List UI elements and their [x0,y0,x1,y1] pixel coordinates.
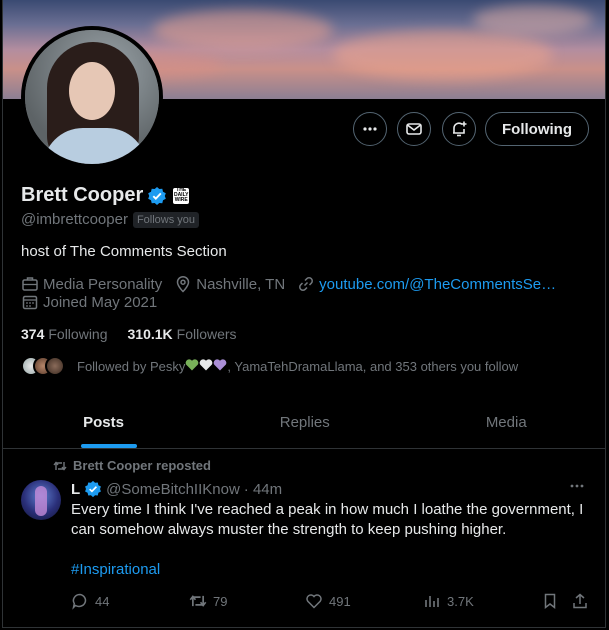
followed-by-prefix: Followed by Pesky [77,358,186,374]
post-author-name[interactable]: L [71,481,80,498]
tab-media[interactable]: Media [406,396,606,448]
following-count-link[interactable]: 374 Following [21,326,108,342]
more-icon [363,127,377,131]
followed-by-row[interactable]: Followed by Pesky , YamaTehDramaLlama, an… [21,356,518,376]
post-actions: 44 79 491 3.7K [71,592,591,612]
profile-handle: @imbrettcooper [21,211,128,228]
affiliate-badge-icon[interactable]: THE DAILY WIRE [173,187,190,204]
share-icon [573,593,587,609]
reply-icon [72,593,87,610]
profile-bio: host of The Comments Section [21,243,227,260]
profile-website[interactable]: youtube.com/@TheCommentsSe… [297,275,556,293]
followers-count: 310.1K [127,326,173,342]
calendar-icon [22,295,38,310]
green-heart-icon [186,358,199,370]
post-more-button[interactable] [569,478,585,498]
repost-icon [53,460,67,471]
followers-count-link[interactable]: 310.1K Followers [128,326,237,342]
notify-button[interactable] [442,112,476,146]
location-label: Nashville, TN [196,275,286,293]
views-button[interactable]: 3.7K [423,592,474,610]
active-tab-indicator [81,444,137,448]
repost-count: 79 [213,593,228,609]
bell-plus-icon [453,121,467,137]
profile-tabs: Posts Replies Media [3,396,606,449]
profile-meta-row: Media Personality Nashville, TN youtube.… [21,275,568,293]
heart-icon [306,594,322,609]
repost-button[interactable]: 79 [189,592,227,610]
post-text: Every time I think I've reached a peak i… [71,501,584,538]
like-button[interactable]: 491 [305,592,351,610]
mail-icon [406,123,422,135]
profile-joined: Joined May 2021 [21,293,157,311]
follow-counts: 374 Following 310.1K Followers [21,326,257,342]
post-header: L @SomeBitchIIKnow · 44m [71,480,282,498]
reply-count: 44 [95,593,110,609]
post-author-avatar[interactable] [21,480,61,520]
view-count: 3.7K [447,593,474,609]
category-label: Media Personality [43,275,163,293]
reply-button[interactable]: 44 [71,592,109,610]
more-icon [570,484,584,488]
post-hashtag[interactable]: #Inspirational [71,561,160,578]
location-pin-icon [176,276,190,293]
post-author-handle[interactable]: @SomeBitchIIKnow [106,481,240,498]
repost-indicator[interactable]: Brett Cooper reposted [53,458,211,473]
tab-posts-label: Posts [83,413,124,431]
link-icon [299,277,314,291]
profile-category: Media Personality [21,275,162,293]
handle-row: @imbrettcooper Follows you [21,211,200,228]
tab-replies-label: Replies [279,413,330,431]
share-button[interactable] [571,592,595,610]
bookmark-button[interactable] [541,592,565,610]
verified-badge-icon[interactable] [84,480,102,498]
follows-you-badge: Follows you [132,211,200,228]
profile-name: Brett Cooper [21,184,144,206]
views-chart-icon [425,596,439,607]
followed-by-suffix: , YamaTehDramaLlama, and 353 others you … [227,358,519,374]
tab-replies[interactable]: Replies [204,396,406,448]
tab-media-label: Media [485,413,527,431]
following-count: 374 [21,326,45,342]
bookmark-icon [544,593,556,610]
profile-page: Following Brett Cooper THE DAILY WIRE @i… [2,0,606,628]
verified-badge-icon[interactable] [147,186,167,206]
like-count: 491 [329,593,351,609]
followers-label: Followers [176,326,237,342]
following-button[interactable]: Following [485,112,589,146]
follower-avatar [45,356,65,376]
following-label: Following [48,326,108,342]
website-link[interactable]: youtube.com/@TheCommentsSe… [319,276,556,293]
joined-label: Joined May 2021 [43,293,158,311]
briefcase-icon [22,277,38,291]
white-heart-icon [200,358,213,370]
more-button[interactable] [353,112,387,146]
profile-joined-row: Joined May 2021 [21,293,169,311]
purple-heart-icon [214,358,227,370]
followed-by-text: Followed by Pesky , YamaTehDramaLlama, an… [77,359,518,374]
tab-posts[interactable]: Posts [3,396,204,448]
profile-name-row: Brett Cooper THE DAILY WIRE [21,184,190,207]
repost-icon [189,595,207,607]
profile-avatar[interactable] [21,26,163,168]
post-time[interactable]: · 44m [244,481,282,498]
profile-location: Nashville, TN [174,275,285,293]
message-button[interactable] [397,112,431,146]
repost-label: Brett Cooper reposted [73,458,211,473]
